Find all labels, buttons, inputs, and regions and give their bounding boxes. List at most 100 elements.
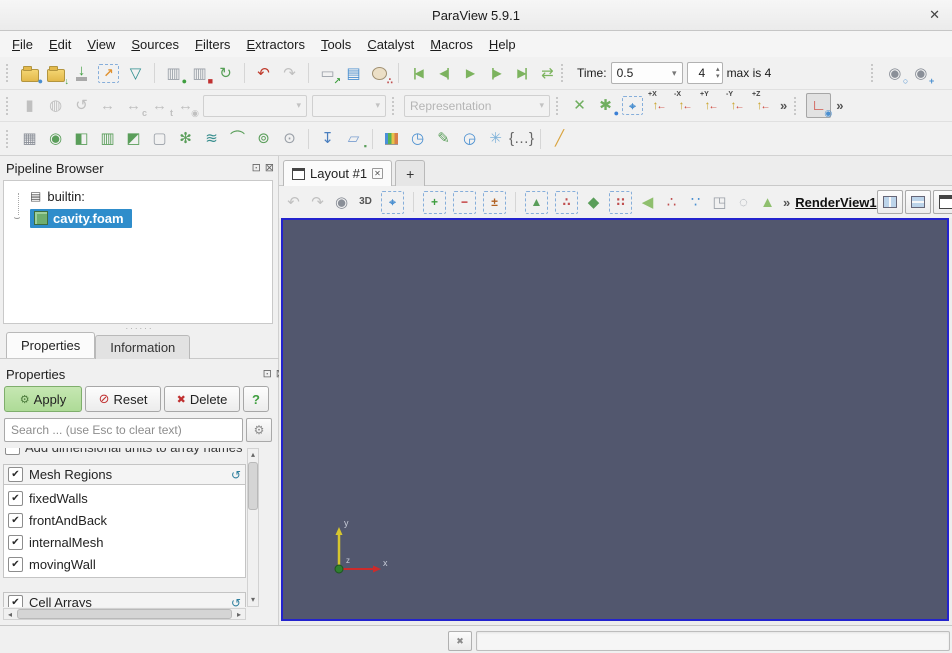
- select-cells-polygon-button[interactable]: ◆: [583, 192, 604, 213]
- render-viewport[interactable]: x y z: [281, 218, 949, 621]
- tab-close-icon[interactable]: ✕: [372, 168, 383, 179]
- toolbar-handle[interactable]: [556, 97, 564, 115]
- eye-closed-icon[interactable]: ⌣: [4, 212, 30, 225]
- threshold-button[interactable]: ◩: [122, 127, 145, 150]
- load-state-button[interactable]: ↓: [44, 62, 67, 85]
- toolbar-handle[interactable]: [561, 64, 569, 82]
- dock-float-icon[interactable]: ⊡: [263, 369, 272, 380]
- temporal-interpolator-button[interactable]: ✳: [484, 127, 507, 150]
- checkbox-mesh-regions[interactable]: ✔: [8, 467, 23, 482]
- zoom-to-box-button[interactable]: ⌖: [622, 96, 643, 115]
- toolbar-handle[interactable]: [6, 97, 14, 115]
- menu-view[interactable]: View: [79, 33, 123, 56]
- ruler-button[interactable]: ╱: [548, 127, 571, 150]
- plot-over-time-button[interactable]: ◷: [406, 127, 429, 150]
- tab-properties[interactable]: Properties: [6, 332, 95, 358]
- interactive-select-points-button[interactable]: ∴: [661, 192, 682, 213]
- auto-apply-button[interactable]: ▭↗: [316, 62, 339, 85]
- capture-screenshot-button[interactable]: ◉: [331, 192, 352, 213]
- glyph-button[interactable]: ✻: [174, 127, 197, 150]
- next-frame-button[interactable]: |▶: [484, 62, 507, 85]
- pipeline-selected-item[interactable]: cavity.foam: [30, 209, 132, 228]
- horizontal-scrollbar[interactable]: ◂ ▸: [3, 608, 246, 620]
- edit-color-map-button[interactable]: ▤: [342, 62, 365, 85]
- menu-sources[interactable]: Sources: [123, 33, 187, 56]
- toggle-2d-3d-button[interactable]: 3D: [355, 192, 376, 213]
- stream-tracer-button[interactable]: ≋: [200, 127, 223, 150]
- render-view-title[interactable]: RenderView1: [795, 195, 876, 210]
- reload-icon[interactable]: ↺: [231, 468, 241, 482]
- clear-selection-button[interactable]: ±: [483, 191, 506, 214]
- center-axes-visibility-toggle[interactable]: ∟◉: [806, 93, 831, 118]
- contour-button[interactable]: ◉: [44, 127, 67, 150]
- vertical-scrollbar[interactable]: ▴ ▾: [247, 448, 259, 607]
- reset-button[interactable]: ⊘ Reset: [85, 386, 161, 412]
- hover-points-button[interactable]: ∵: [685, 192, 706, 213]
- new-layout-tab[interactable]: +: [395, 160, 425, 186]
- toolbar-handle[interactable]: [6, 64, 14, 82]
- set-view-minus-y-button[interactable]: ↑-Y: [726, 94, 749, 117]
- programmable-filter-button[interactable]: {…}: [510, 127, 533, 150]
- menu-help[interactable]: Help: [481, 33, 524, 56]
- previous-frame-button[interactable]: ◀|: [432, 62, 455, 85]
- query-select-button[interactable]: ◌: [733, 192, 754, 213]
- checkbox-internalmesh[interactable]: ✔: [8, 535, 23, 550]
- slice-button[interactable]: ▥: [96, 127, 119, 150]
- list-item-fixedwalls[interactable]: ✔ fixedWalls: [4, 487, 245, 509]
- disconnect-server-button[interactable]: ▥■: [188, 62, 211, 85]
- search-input[interactable]: [4, 418, 243, 442]
- split-vertical-button[interactable]: [905, 190, 931, 214]
- scrollbar-thumb[interactable]: [17, 609, 232, 619]
- tab-layout-1[interactable]: Layout #1 ✕: [283, 160, 392, 186]
- help-button[interactable]: ?: [243, 386, 269, 412]
- search-options-gear-icon[interactable]: ⚙: [246, 418, 272, 442]
- probe-location-button[interactable]: ↧: [316, 127, 339, 150]
- loop-button[interactable]: ⇄: [536, 62, 559, 85]
- checkbox-fixedwalls[interactable]: ✔: [8, 491, 23, 506]
- extract-subset-button[interactable]: ▢: [148, 127, 171, 150]
- apply-button[interactable]: ⚙ Apply: [4, 386, 82, 412]
- delete-button[interactable]: ✖ Delete: [164, 386, 240, 412]
- extract-block-button[interactable]: ⊙: [278, 127, 301, 150]
- toolbar-overflow-icon[interactable]: »: [836, 98, 843, 113]
- split-horizontal-button[interactable]: [877, 190, 903, 214]
- zoom-camera-button[interactable]: ◉○: [883, 62, 906, 85]
- toolbar-overflow-icon[interactable]: »: [783, 195, 790, 210]
- list-item-frontandback[interactable]: ✔ frontAndBack: [4, 509, 245, 531]
- save-extracts-button[interactable]: ▽: [124, 62, 147, 85]
- select-block-button[interactable]: ◳: [709, 192, 730, 213]
- spin-down-icon[interactable]: ▾: [716, 73, 720, 80]
- group-datasets-button[interactable]: ⊚: [252, 127, 275, 150]
- menu-file[interactable]: File: [4, 33, 41, 56]
- dock-float-icon[interactable]: ⊡: [252, 163, 261, 174]
- frame-index-spinbox[interactable]: 4 ▴▾: [687, 62, 723, 84]
- set-view-plus-z-button[interactable]: ↑+Z: [752, 94, 775, 117]
- histogram-button[interactable]: [380, 127, 403, 150]
- menu-macros[interactable]: Macros: [422, 33, 481, 56]
- checkbox-add-dimensional-units[interactable]: [5, 448, 20, 455]
- set-view-plus-y-button[interactable]: ↑+Y: [700, 94, 723, 117]
- scroll-down-icon[interactable]: ▾: [251, 594, 255, 606]
- menu-extractors[interactable]: Extractors: [238, 33, 313, 56]
- zoom-to-data-button[interactable]: ✱●: [594, 94, 617, 117]
- pipeline-item-builtin[interactable]: ▤ builtin:: [4, 185, 272, 207]
- menu-edit[interactable]: Edit: [41, 33, 79, 56]
- interactive-select-cells-button[interactable]: ◀: [637, 192, 658, 213]
- select-points-polygon-button[interactable]: ∷: [609, 191, 632, 214]
- scrollbar-thumb[interactable]: [248, 462, 258, 510]
- menu-filters[interactable]: Filters: [187, 33, 238, 56]
- grow-selection-button[interactable]: +: [423, 191, 446, 214]
- undo-button[interactable]: ↶: [252, 62, 275, 85]
- connect-server-button[interactable]: ▥●: [162, 62, 185, 85]
- scroll-up-icon[interactable]: ▴: [251, 449, 255, 461]
- tab-information[interactable]: Information: [95, 335, 190, 359]
- toolbar-overflow-icon[interactable]: »: [780, 98, 787, 113]
- list-item-internalmesh[interactable]: ✔ internalMesh: [4, 531, 245, 553]
- shrink-selection-button[interactable]: −: [453, 191, 476, 214]
- play-button[interactable]: ▶: [458, 62, 481, 85]
- reload-icon[interactable]: ↺: [231, 596, 241, 608]
- maximize-view-button[interactable]: [933, 190, 952, 214]
- pipeline-item-cavity-foam[interactable]: ⌣ cavity.foam: [4, 207, 272, 229]
- dock-close-icon[interactable]: ⊠: [265, 163, 274, 174]
- warp-by-vector-button[interactable]: ⌒: [226, 127, 249, 150]
